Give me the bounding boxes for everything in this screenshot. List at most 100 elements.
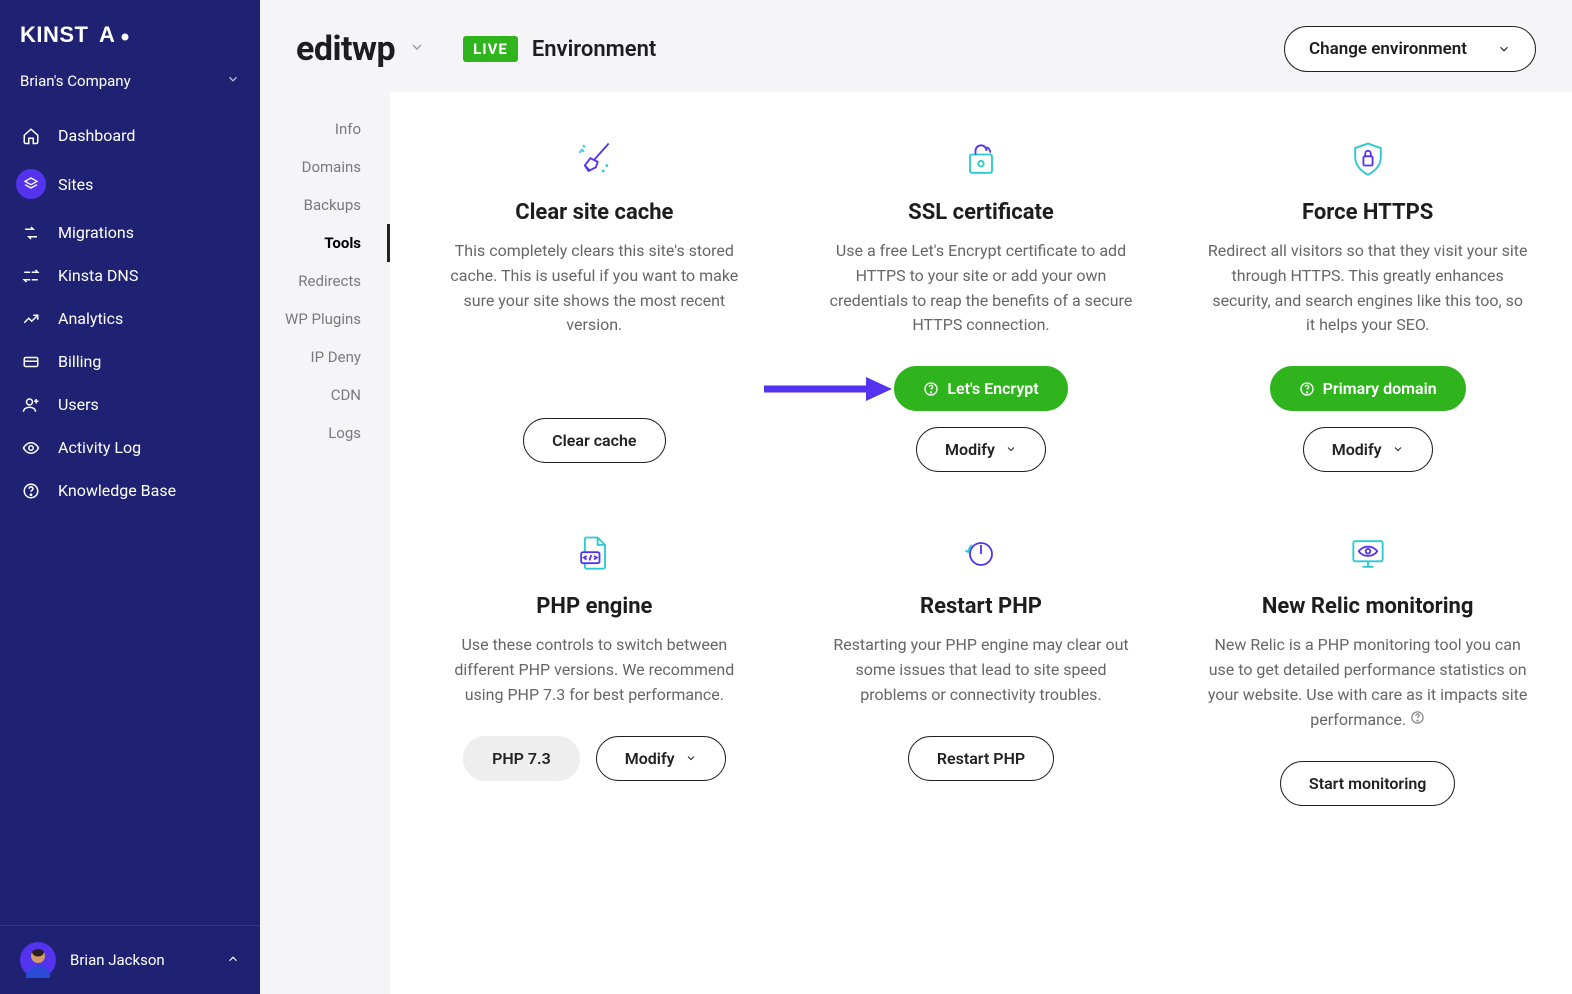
card-restart-php: Restart PHP Restarting your PHP engine m…	[793, 532, 1170, 806]
sidebar-item-dns[interactable]: Kinsta DNS	[0, 254, 260, 297]
card-new-relic: New Relic monitoring New Relic is a PHP …	[1179, 532, 1556, 806]
site-subnav: Info Domains Backups Tools Redirects WP …	[260, 92, 390, 994]
chevron-down-icon	[1497, 42, 1511, 56]
sidebar-item-label: Billing	[58, 352, 101, 371]
user-menu[interactable]: Brian Jackson	[0, 925, 260, 994]
sidebar-item-analytics[interactable]: Analytics	[0, 297, 260, 340]
billing-icon	[20, 353, 42, 371]
card-desc: Redirect all visitors so that they visit…	[1208, 239, 1528, 338]
button-label: Clear cache	[552, 431, 636, 450]
sidebar-item-label: Knowledge Base	[58, 481, 176, 500]
chip-label: PHP 7.3	[492, 749, 551, 768]
company-selector[interactable]: Brian's Company	[0, 58, 260, 108]
subnav-label: CDN	[331, 386, 361, 404]
sidebar-item-billing[interactable]: Billing	[0, 340, 260, 383]
broom-icon	[572, 138, 616, 182]
layers-icon	[16, 169, 46, 199]
subnav-label: Backups	[304, 196, 361, 214]
sidebar-item-sites[interactable]: Sites	[0, 157, 260, 211]
button-label: Modify	[625, 749, 675, 768]
brand-logo: KINSTA	[0, 0, 260, 58]
subnav-item-redirects[interactable]: Redirects	[260, 262, 390, 300]
change-environment-button[interactable]: Change environment	[1284, 26, 1536, 72]
card-desc: Use these controls to switch between dif…	[434, 633, 754, 707]
shield-lock-icon	[1346, 138, 1390, 182]
lets-encrypt-button[interactable]: Let's Encrypt	[894, 366, 1067, 411]
user-name: Brian Jackson	[70, 951, 212, 969]
tools-panel: Clear site cache This completely clears …	[390, 92, 1572, 994]
button-label: Start monitoring	[1309, 774, 1426, 793]
site-selector[interactable]	[409, 39, 425, 59]
subnav-item-backups[interactable]: Backups	[260, 186, 390, 224]
page-header: editwp LIVE Environment Change environme…	[260, 0, 1572, 92]
button-label: Primary domain	[1323, 379, 1437, 398]
card-php-engine: PHP engine Use these controls to switch …	[406, 532, 783, 806]
card-title: PHP engine	[536, 594, 652, 619]
start-monitoring-button[interactable]: Start monitoring	[1280, 761, 1455, 806]
sidebar-item-label: Migrations	[58, 223, 134, 242]
avatar	[20, 942, 56, 978]
sidebar: KINSTA Brian's Company Dashboard Sites M…	[0, 0, 260, 994]
subnav-label: Logs	[328, 424, 361, 442]
button-label: Change environment	[1309, 39, 1467, 59]
annotation-arrow-icon	[754, 369, 894, 409]
card-desc: This completely clears this site's store…	[434, 239, 754, 338]
card-title: Restart PHP	[920, 594, 1042, 619]
subnav-item-tools[interactable]: Tools	[260, 224, 390, 262]
button-label: Let's Encrypt	[947, 379, 1038, 398]
https-modify-button[interactable]: Modify	[1303, 427, 1433, 472]
subnav-item-wp-plugins[interactable]: WP Plugins	[260, 300, 390, 338]
subnav-item-logs[interactable]: Logs	[260, 414, 390, 452]
sidebar-item-dashboard[interactable]: Dashboard	[0, 114, 260, 157]
subnav-label: WP Plugins	[285, 310, 361, 328]
site-title: editwp	[296, 29, 395, 69]
subnav-item-ip-deny[interactable]: IP Deny	[260, 338, 390, 376]
help-circle-icon[interactable]	[1410, 708, 1425, 733]
sidebar-item-label: Users	[58, 395, 99, 414]
sidebar-item-activity[interactable]: Activity Log	[0, 426, 260, 469]
chevron-down-icon	[1392, 440, 1404, 459]
dns-icon	[20, 267, 42, 285]
button-label: Restart PHP	[937, 749, 1025, 768]
eye-icon	[20, 439, 42, 457]
card-force-https: Force HTTPS Redirect all visitors so tha…	[1179, 138, 1556, 472]
subnav-label: Info	[335, 120, 361, 138]
sidebar-item-kb[interactable]: Knowledge Base	[0, 469, 260, 512]
php-version-chip: PHP 7.3	[463, 736, 580, 781]
sidebar-item-label: Sites	[58, 175, 93, 194]
card-ssl: SSL certificate Use a free Let's Encrypt…	[793, 138, 1170, 472]
button-label: Modify	[1332, 440, 1382, 459]
card-title: Clear site cache	[515, 200, 673, 225]
card-desc: Use a free Let's Encrypt certificate to …	[821, 239, 1141, 338]
monitor-icon	[1346, 532, 1390, 576]
environment-label: Environment	[532, 37, 656, 62]
ssl-modify-button[interactable]: Modify	[916, 427, 1046, 472]
chevron-down-icon	[1005, 440, 1017, 459]
php-modify-button[interactable]: Modify	[596, 736, 726, 781]
subnav-label: Tools	[324, 234, 361, 252]
subnav-label: Domains	[302, 158, 361, 176]
restart-php-button[interactable]: Restart PHP	[908, 736, 1054, 781]
help-icon	[20, 482, 42, 500]
home-icon	[20, 127, 42, 145]
subnav-item-domains[interactable]: Domains	[260, 148, 390, 186]
subnav-item-info[interactable]: Info	[260, 110, 390, 148]
company-name: Brian's Company	[20, 72, 131, 90]
chevron-down-icon	[685, 749, 697, 768]
sidebar-item-migrations[interactable]: Migrations	[0, 211, 260, 254]
migrate-icon	[20, 224, 42, 242]
primary-domain-button[interactable]: Primary domain	[1270, 366, 1466, 411]
users-icon	[20, 396, 42, 414]
sidebar-item-label: Analytics	[58, 309, 123, 328]
desc-text: New Relic is a PHP monitoring tool you c…	[1208, 635, 1528, 728]
subnav-item-cdn[interactable]: CDN	[260, 376, 390, 414]
clear-cache-button[interactable]: Clear cache	[523, 418, 665, 463]
card-desc: Restarting your PHP engine may clear out…	[821, 633, 1141, 707]
subnav-label: IP Deny	[311, 348, 361, 366]
sidebar-item-users[interactable]: Users	[0, 383, 260, 426]
sidebar-item-label: Dashboard	[58, 126, 135, 145]
chevron-down-icon	[226, 72, 240, 90]
chevron-up-icon	[226, 951, 240, 970]
card-title: SSL certificate	[908, 200, 1054, 225]
ssl-lock-icon	[959, 138, 1003, 182]
